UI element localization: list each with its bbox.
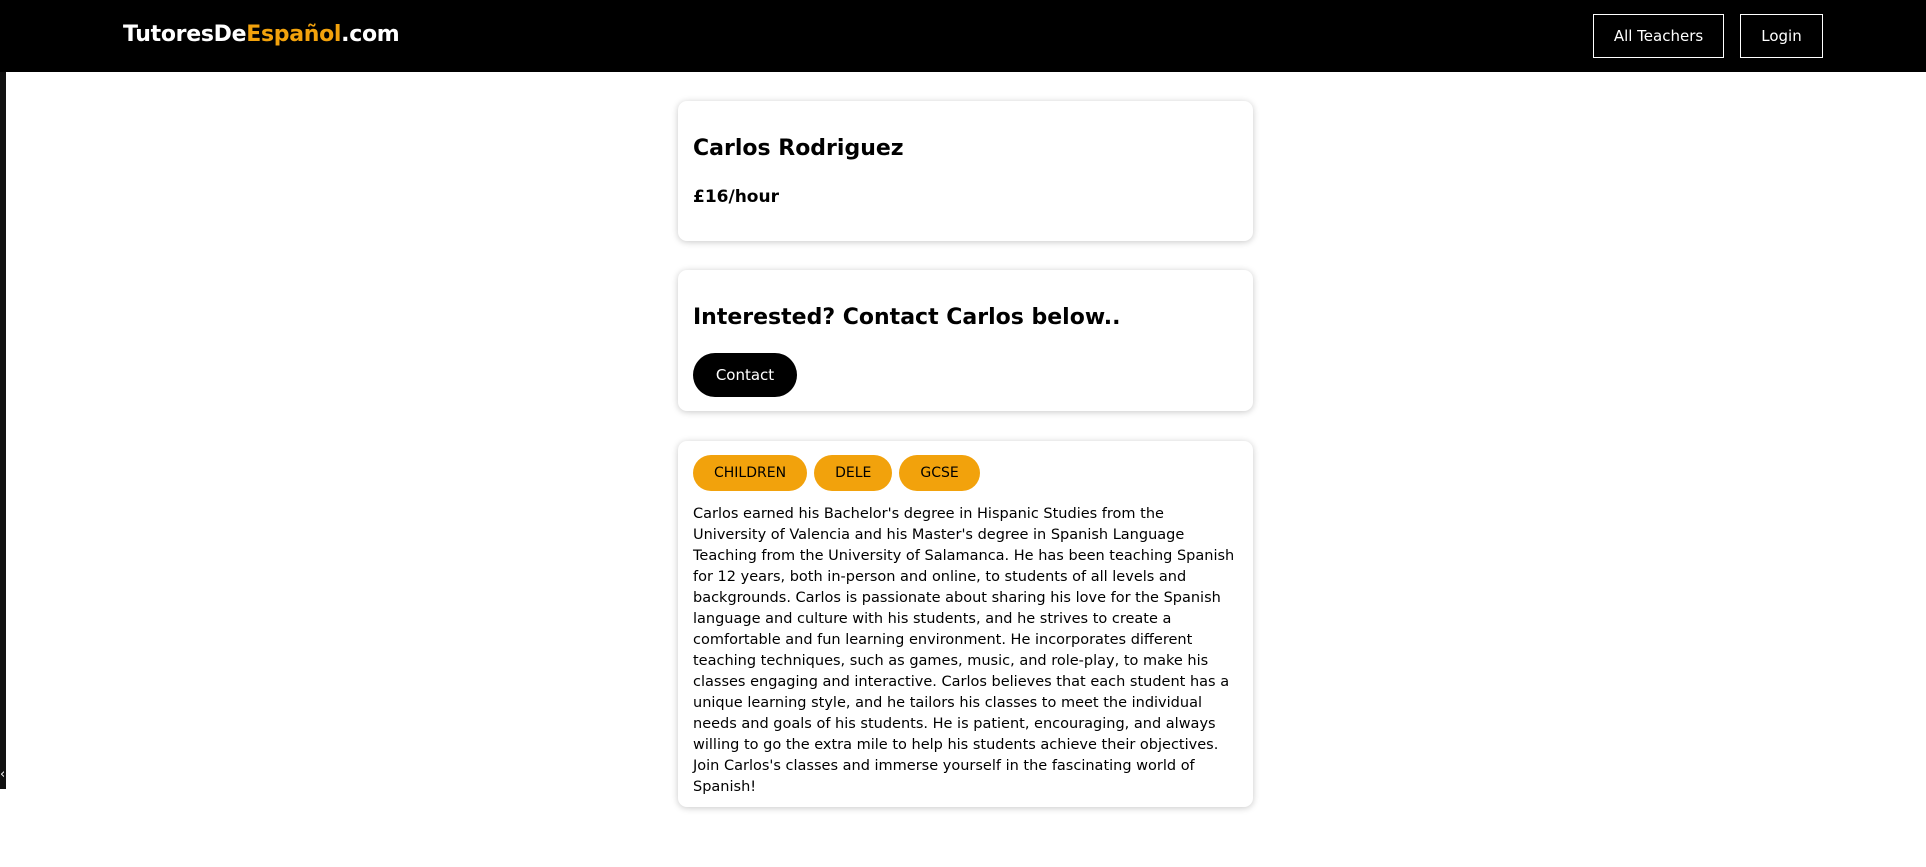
site-logo[interactable]: TutoresDeEspañol.com bbox=[123, 22, 400, 47]
logo-text-part3: .com bbox=[341, 22, 400, 47]
chevron-left-icon[interactable]: ‹ bbox=[0, 768, 5, 781]
hourly-rate: £16/hour bbox=[693, 187, 779, 207]
teacher-bio: Carlos earned his Bachelor's degree in H… bbox=[693, 506, 1235, 795]
logo-text-part1: TutoresDe bbox=[123, 22, 247, 47]
contact-card: Interested? Contact Carlos below.. Conta… bbox=[678, 270, 1253, 411]
all-teachers-button[interactable]: All Teachers bbox=[1593, 14, 1724, 58]
tag-children: CHILDREN bbox=[693, 455, 808, 491]
about-card: CHILDREN DELE GCSE Carlos earned his Bac… bbox=[678, 441, 1253, 807]
contact-heading: Interested? Contact Carlos below.. bbox=[693, 305, 1121, 330]
side-panel-edge: ‹ bbox=[0, 72, 6, 789]
tag-dele: DELE bbox=[814, 455, 893, 491]
login-button[interactable]: Login bbox=[1740, 14, 1823, 58]
contact-button[interactable]: Contact bbox=[693, 353, 797, 397]
teacher-profile-card: Carlos Rodriguez £16/hour bbox=[678, 101, 1253, 241]
top-nav-bar: TutoresDeEspañol.com All Teachers Login bbox=[0, 0, 1926, 72]
tag-gcse: GCSE bbox=[899, 455, 980, 491]
logo-text-part2: Español bbox=[246, 22, 342, 47]
tag-list: CHILDREN DELE GCSE bbox=[693, 455, 980, 491]
teacher-name: Carlos Rodriguez bbox=[693, 136, 904, 161]
